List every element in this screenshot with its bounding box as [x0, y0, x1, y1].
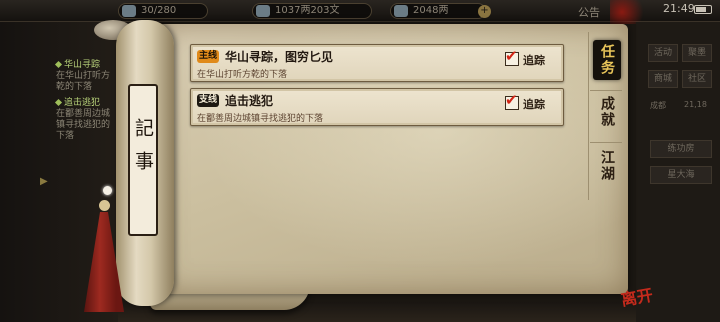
main-quest-badge: 主线	[197, 50, 219, 63]
gold-counter: 2048两 +	[390, 3, 491, 19]
diamond-bullet-icon	[54, 98, 63, 107]
expand-arrow-icon[interactable]: ▶	[40, 176, 48, 187]
star-sea-button[interactable]: 星大海	[650, 166, 712, 184]
quest-card-side[interactable]: 支线 追击逃犯 在鄱善周边城镇寻找逃犯的下落 ✔ 追踪	[190, 88, 564, 126]
tab-divider	[590, 90, 622, 91]
leave-button[interactable]: 离开	[618, 280, 657, 315]
gold-value: 2048两	[413, 5, 449, 16]
track-label: 追踪	[523, 98, 545, 111]
right-menu-panel: 活动 聚墨 商城 社区 练功房 星大海	[636, 22, 720, 322]
quest-description: 在鄱善周边城镇寻找逃犯的下落	[197, 114, 324, 124]
journal-title: 記事	[132, 118, 154, 184]
tab-quests[interactable]: 任务	[593, 40, 621, 80]
tab-achievements[interactable]: 成就	[593, 96, 621, 128]
tab-divider	[590, 142, 622, 143]
stamina-icon	[122, 5, 136, 17]
tab-jianghu[interactable]: 江湖	[593, 150, 621, 182]
tracker-quest-desc: 在鄱善周边城镇寻找逃犯的下落	[56, 109, 111, 141]
track-label: 追踪	[523, 54, 545, 67]
quest-card-main[interactable]: 主线 华山寻踪，图穷匕见 在华山打听方乾的下落 ✔ 追踪	[190, 44, 564, 82]
tracker-quest-title: 追击逃犯	[64, 98, 101, 108]
gold-bead	[99, 200, 110, 211]
stamina-counter: 30/280	[118, 3, 208, 19]
add-gold-icon[interactable]: +	[478, 5, 491, 18]
tracker-quest-1[interactable]: 华山寻踪 在华山打听方乾的下落	[54, 60, 116, 93]
announcement-button[interactable]: 公告	[578, 4, 600, 20]
quest-title: 华山寻踪，图穷匕见	[225, 50, 334, 64]
silver-counter: 1037两203文	[252, 3, 372, 19]
track-toggle[interactable]: ✔ 追踪	[505, 91, 557, 111]
track-toggle[interactable]: ✔ 追踪	[505, 47, 557, 67]
side-quest-badge: 支线	[197, 94, 219, 107]
tracker-quest-2[interactable]: 追击逃犯 在鄱善周边城镇寻找逃犯的下落	[54, 98, 116, 142]
silver-icon	[256, 5, 270, 17]
battery-icon	[694, 5, 712, 14]
community-button[interactable]: 社区	[682, 70, 712, 88]
activity-button[interactable]: 活动	[648, 44, 678, 62]
shop-button[interactable]: 商城	[648, 70, 678, 88]
gold-icon	[394, 5, 408, 17]
stamina-value: 30/280	[141, 5, 177, 16]
tracker-quest-title: 华山寻踪	[64, 60, 101, 70]
journal-tabs: 任务 成就 江湖	[588, 32, 624, 200]
training-room-button[interactable]: 练功房	[650, 140, 712, 158]
checkmark-icon: ✔	[505, 47, 518, 65]
jade-bead	[103, 186, 112, 195]
decoration-glow	[610, 0, 650, 24]
location-name: 成都	[650, 101, 666, 110]
location-coords: 21,18	[684, 100, 707, 109]
diamond-bullet-icon	[54, 60, 63, 69]
silver-value: 1037两203文	[275, 5, 340, 16]
quest-description: 在华山打听方乾的下落	[197, 70, 288, 80]
gather-button[interactable]: 聚墨	[682, 44, 712, 62]
top-status-bar: 30/280 1037两203文 2048两 + 公告 21:49	[0, 0, 720, 24]
tracker-quest-desc: 在华山打听方乾的下落	[56, 71, 111, 92]
quest-title: 追击逃犯	[225, 94, 274, 108]
checkmark-icon: ✔	[505, 91, 518, 109]
system-clock: 21:49	[663, 2, 695, 15]
